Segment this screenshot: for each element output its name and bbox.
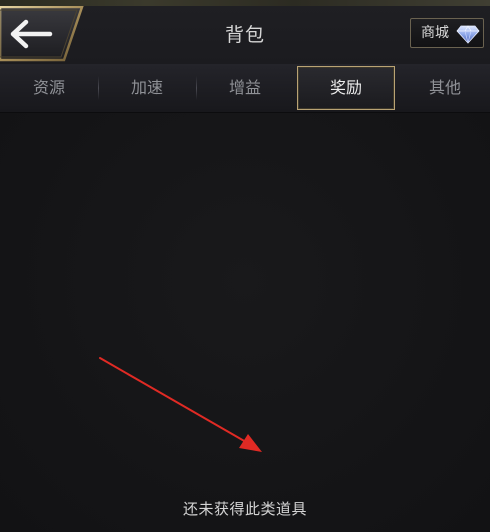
tab-boost[interactable]: 增益 bbox=[196, 66, 294, 110]
diamond-icon bbox=[456, 25, 480, 44]
tab-resources[interactable]: 资源 bbox=[0, 66, 98, 110]
empty-message: 还未获得此类道具 bbox=[182, 500, 307, 518]
tab-other[interactable]: 其他 bbox=[396, 66, 490, 110]
tab-bar: 资源 加速 增益 奖励 其他 bbox=[0, 64, 490, 113]
back-arrow-icon bbox=[0, 6, 84, 62]
tab-rewards[interactable]: 奖励 bbox=[297, 66, 395, 110]
item-list-area bbox=[0, 113, 490, 532]
tab-speedup[interactable]: 加速 bbox=[98, 66, 196, 110]
shop-label: 商城 bbox=[421, 25, 449, 41]
backpack-screen: 背包 商城 资源 加速 增益 奖励 其他 还未获得此类道具 bbox=[0, 0, 490, 532]
shop-button[interactable]: 商城 bbox=[410, 18, 484, 48]
back-button[interactable] bbox=[0, 6, 84, 62]
